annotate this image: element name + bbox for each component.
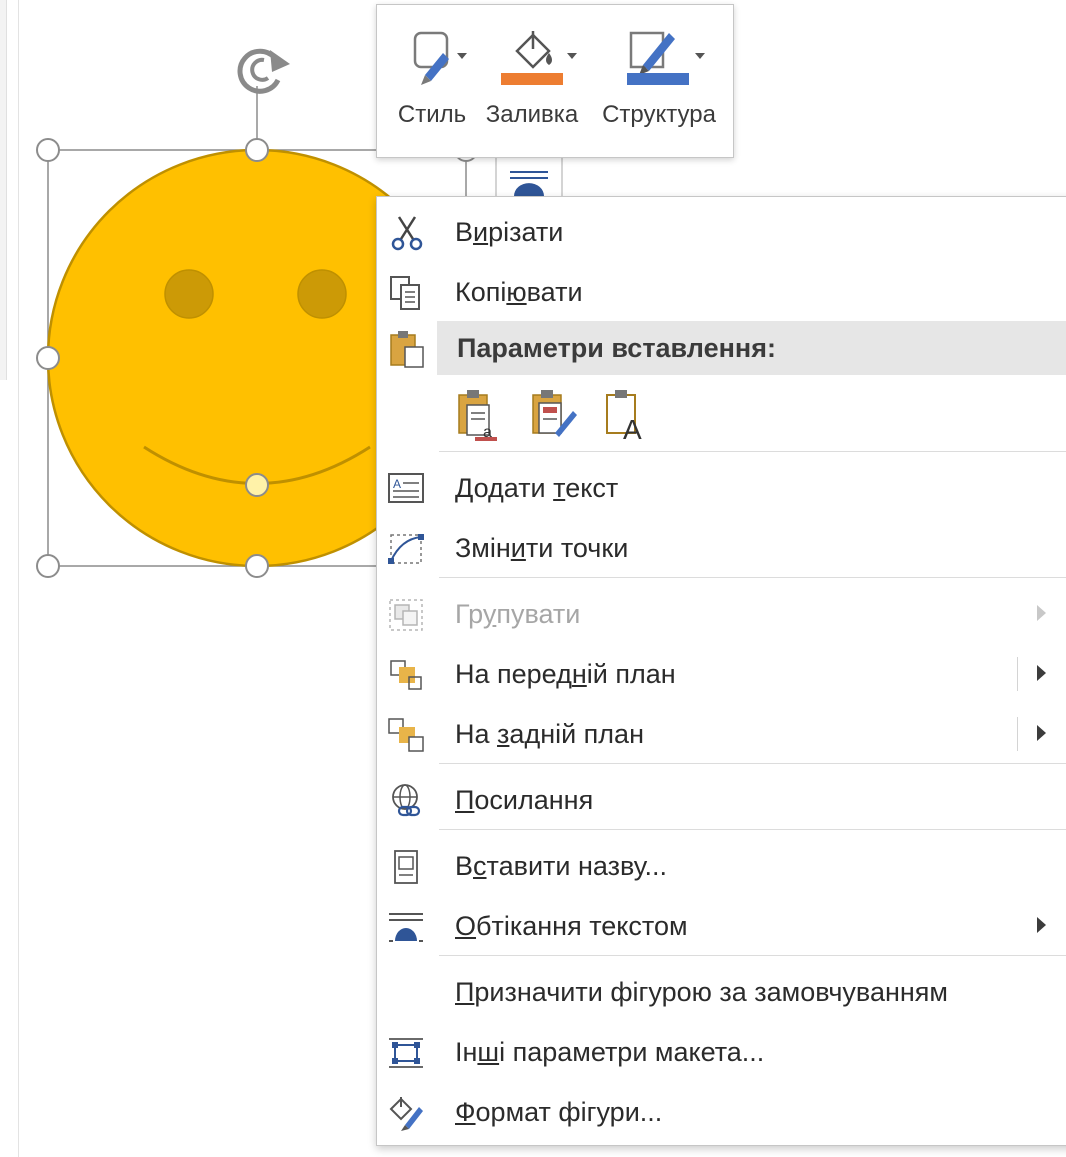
group-icon xyxy=(389,599,423,631)
insert-caption-icon xyxy=(394,850,418,884)
menu-item-bring-forward[interactable]: На передній план xyxy=(377,645,1066,703)
menu-item-set-default-shape[interactable]: Призначити фігурою за замовчуванням xyxy=(377,963,1066,1021)
menu-item-bring-forward-label: На передній план xyxy=(455,659,676,689)
resize-handle-top-left[interactable] xyxy=(36,138,60,162)
menu-item-link-label: Посилання xyxy=(455,785,594,815)
svg-text:A: A xyxy=(623,414,642,443)
menu-item-set-default-shape-label: Призначити фігурою за замовчуванням xyxy=(455,977,948,1007)
layout-options-icon xyxy=(389,1038,423,1068)
submenu-arrow-icon xyxy=(1037,605,1046,621)
wrap-text-icon xyxy=(389,913,423,942)
copy-icon xyxy=(390,276,420,310)
menu-item-group[interactable]: Групувати xyxy=(377,585,1066,643)
submenu-arrow-icon[interactable] xyxy=(1037,725,1046,741)
menu-item-wrap-text[interactable]: Обтікання текстом xyxy=(377,897,1066,955)
document-margin-marker xyxy=(0,0,7,380)
menu-item-link[interactable]: Посилання xyxy=(377,771,1066,829)
split-separator xyxy=(1017,657,1018,691)
submenu-arrow-icon xyxy=(1037,917,1046,933)
paint-bucket-icon xyxy=(501,31,577,85)
menu-item-more-layout-options[interactable]: Інші параметри макета... xyxy=(377,1023,1066,1081)
merge-formatting-icon xyxy=(532,390,577,437)
outline-button[interactable]: Структура xyxy=(591,5,727,157)
keep-source-formatting-icon: a xyxy=(458,390,497,441)
link-globe-icon xyxy=(392,784,421,817)
split-separator xyxy=(1017,717,1018,751)
shape-style-icon xyxy=(413,31,467,85)
fill-label: Заливка xyxy=(485,101,579,128)
menu-separator xyxy=(439,955,1066,956)
paste-options-header: Параметри вставлення: xyxy=(437,321,1066,375)
menu-item-cut-label: Вирізати xyxy=(455,217,564,247)
resize-handle-top[interactable] xyxy=(245,138,269,162)
style-label: Стиль xyxy=(397,101,467,128)
menu-item-add-text[interactable]: A Додати текст xyxy=(377,459,1066,517)
rotate-handle-icon[interactable] xyxy=(237,48,290,94)
outline-label: Структура xyxy=(602,101,716,128)
paste-keep-source-button[interactable]: a xyxy=(455,387,509,443)
smiley-left-eye xyxy=(164,269,214,319)
resize-handle-bottom-left[interactable] xyxy=(36,554,60,578)
send-backward-icon xyxy=(388,718,424,752)
paste-merge-formatting-button[interactable] xyxy=(529,387,583,443)
paste-clipboard-icon xyxy=(390,331,424,368)
bring-forward-icon xyxy=(390,660,422,690)
menu-item-edit-points[interactable]: Змінити точки xyxy=(377,519,1066,577)
menu-item-more-layout-options-label: Інші параметри макета... xyxy=(455,1037,765,1067)
resize-handle-left[interactable] xyxy=(36,346,60,370)
menu-item-send-backward[interactable]: На задній план xyxy=(377,705,1066,763)
adjustment-handle[interactable] xyxy=(245,473,269,497)
menu-item-insert-caption[interactable]: Вставити назву... xyxy=(377,837,1066,895)
menu-item-edit-points-label: Змінити точки xyxy=(455,533,629,563)
keep-text-only-icon: A xyxy=(606,390,642,445)
menu-separator xyxy=(439,451,1066,452)
menu-item-insert-caption-label: Вставити назву... xyxy=(455,851,668,881)
pen-outline-icon xyxy=(627,31,705,85)
submenu-arrow-icon[interactable] xyxy=(1037,665,1046,681)
menu-item-cut[interactable]: Вирізати xyxy=(377,203,1066,261)
style-button[interactable]: Стиль xyxy=(385,5,479,157)
menu-separator xyxy=(439,829,1066,830)
resize-handle-bottom[interactable] xyxy=(245,554,269,578)
format-shape-icon xyxy=(389,1097,423,1131)
scissors-icon xyxy=(391,216,423,251)
menu-item-wrap-text-label: Обтікання текстом xyxy=(455,911,688,941)
menu-item-add-text-label: Додати текст xyxy=(455,473,619,503)
menu-item-copy-label: Копіювати xyxy=(455,277,583,307)
menu-separator xyxy=(439,577,1066,578)
svg-text:A: A xyxy=(393,477,401,491)
smiley-right-eye xyxy=(297,269,347,319)
menu-item-format-shape[interactable]: Формат фігури... xyxy=(377,1083,1066,1141)
menu-separator xyxy=(439,763,1066,764)
edit-points-icon xyxy=(388,534,424,564)
menu-item-copy[interactable]: Копіювати xyxy=(377,263,1066,321)
paste-options-header-label: Параметри вставлення: xyxy=(457,333,776,363)
mini-toolbar: Стиль Заливка Структура xyxy=(376,4,734,158)
fill-button[interactable]: Заливка xyxy=(477,5,587,157)
menu-item-format-shape-label: Формат фігури... xyxy=(455,1097,663,1127)
add-text-icon: A xyxy=(388,473,424,503)
menu-item-send-backward-label: На задній план xyxy=(455,719,644,749)
menu-item-group-label: Групувати xyxy=(455,599,581,629)
context-menu: Вирізати Копіювати Параметри вставлення:… xyxy=(376,196,1066,1146)
paste-keep-text-only-button[interactable]: A xyxy=(603,387,657,445)
